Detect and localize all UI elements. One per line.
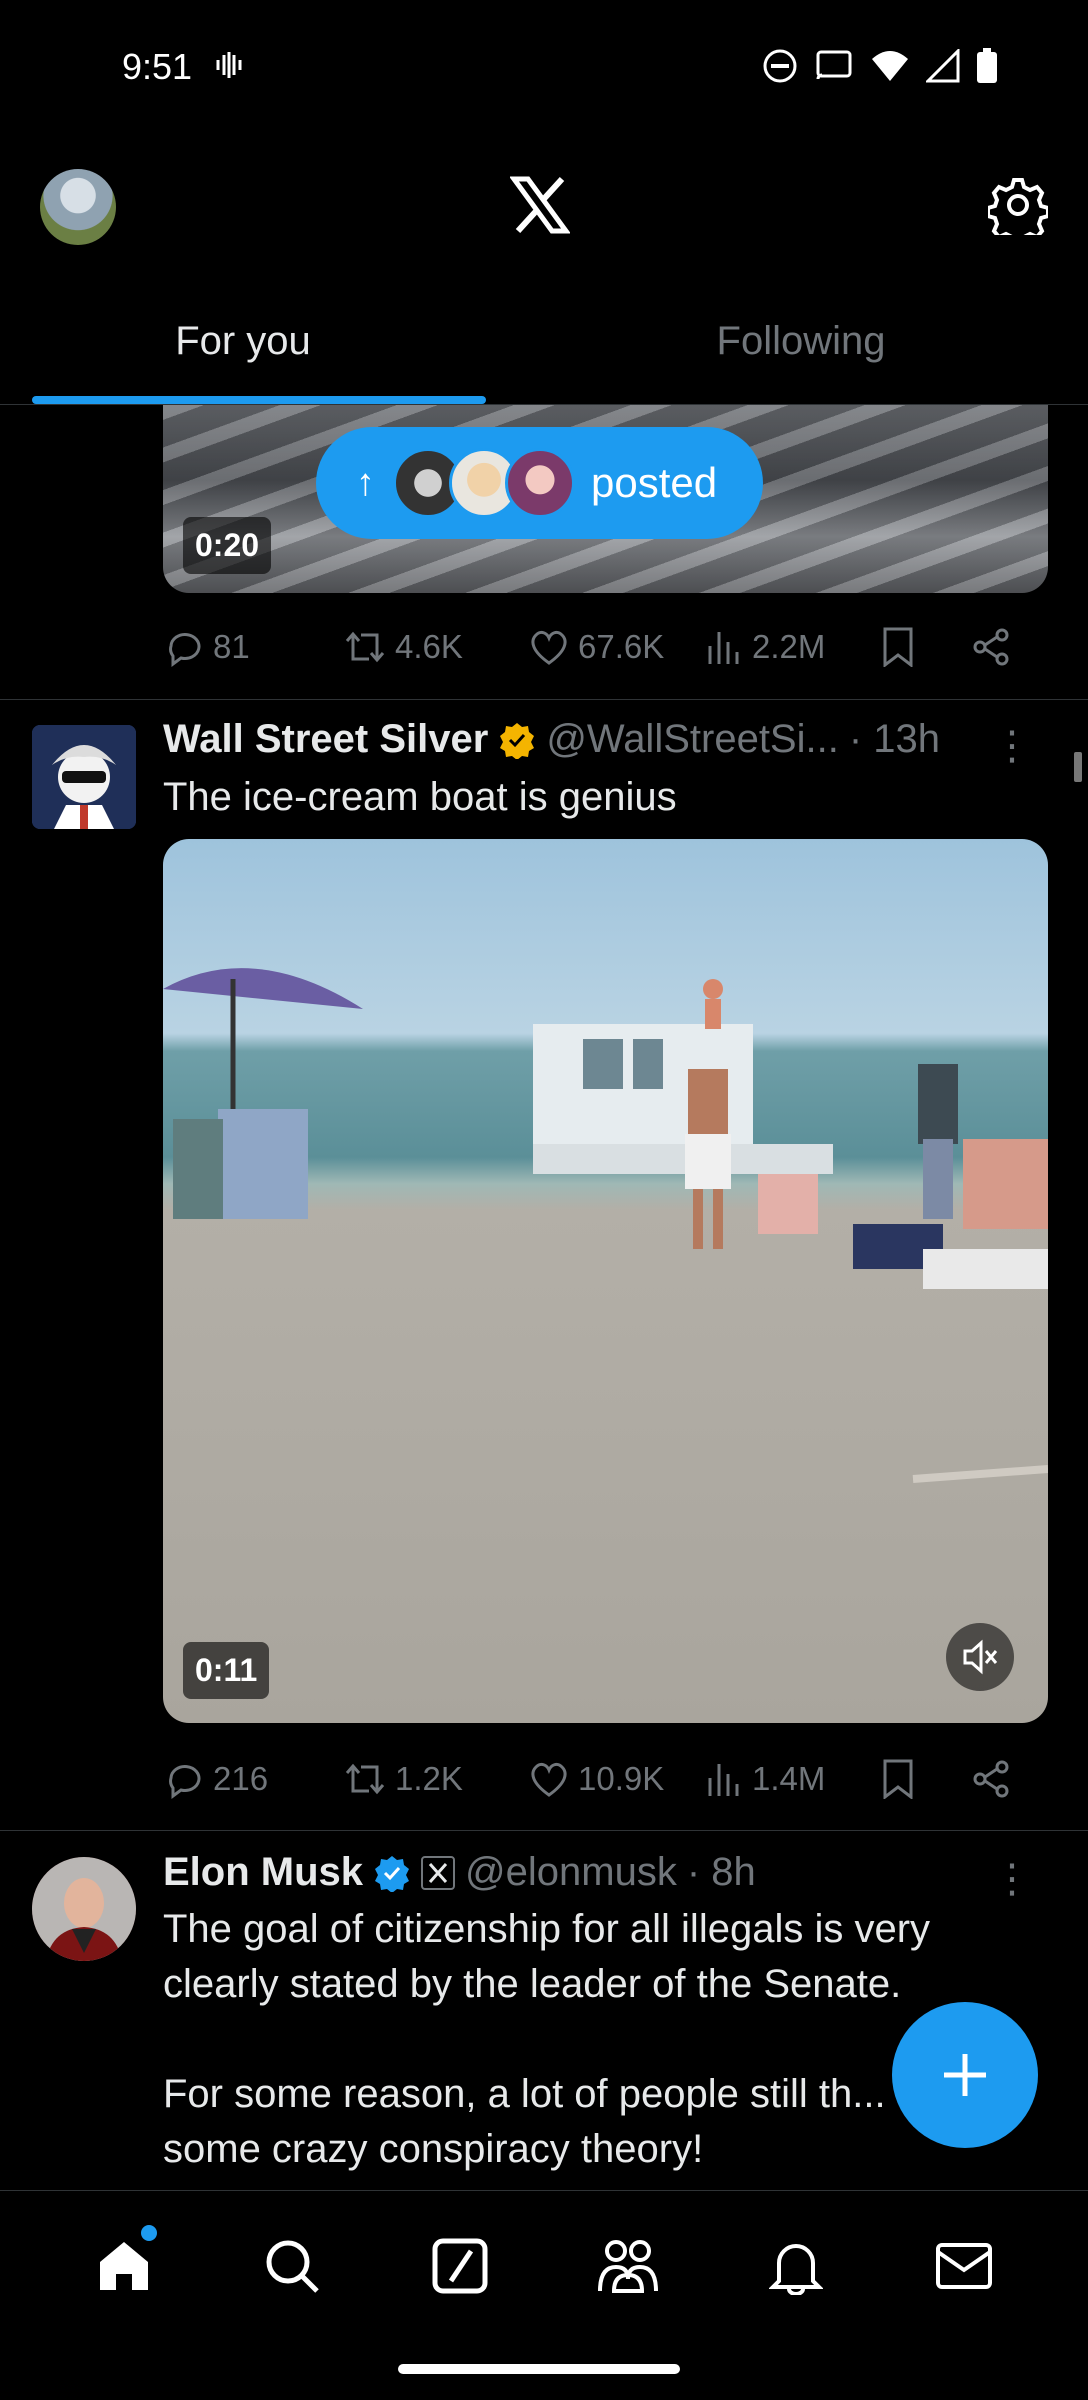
x-affiliate-badge-icon <box>421 1855 456 1890</box>
signal-icon <box>926 49 960 83</box>
reply-button[interactable]: 216 <box>163 1758 343 1800</box>
tweet-header: Elon Musk @elonmusk · 8h <box>163 1850 756 1895</box>
avatar[interactable] <box>32 1857 136 1961</box>
timestamp: · 8h <box>686 1850 756 1894</box>
tweet-actions: 81 4.6K 67.6K 2.2M <box>163 617 1043 677</box>
nav-search[interactable] <box>257 2231 327 2301</box>
views-button[interactable]: 1.4M <box>706 1760 881 1798</box>
like-button[interactable]: 10.9K <box>528 1759 706 1799</box>
status-bar: 9:51 <box>0 0 1088 135</box>
tab-label: Following <box>716 319 886 363</box>
active-tab-indicator <box>32 396 486 404</box>
nav-communities[interactable] <box>593 2231 663 2301</box>
cast-icon <box>816 50 852 80</box>
x-logo-icon[interactable] <box>510 175 570 235</box>
tweet-header: Wall Street Silver @WallStreetSi... · 13… <box>163 717 940 762</box>
more-options-icon[interactable]: ⋮ <box>992 723 1032 769</box>
share-button[interactable] <box>971 627 1011 667</box>
share-icon <box>973 628 1009 666</box>
vibrate-icon <box>216 52 242 78</box>
verified-badge-icon <box>500 722 535 759</box>
views-chart-icon <box>708 1764 739 1796</box>
timeline-feed[interactable]: 0:20 ↑ posted 81 4.6K 67.6K 2.2M Wall St… <box>0 405 1088 2190</box>
new-posts-pill[interactable]: ↑ posted <box>316 427 763 539</box>
display-name[interactable]: Elon Musk <box>163 1850 363 1895</box>
clock: 9:51 <box>122 46 193 87</box>
compose-button[interactable] <box>892 2002 1038 2148</box>
video-duration: 0:20 <box>183 517 272 574</box>
avatar[interactable] <box>32 725 136 829</box>
timestamp: · 13h <box>848 717 941 761</box>
dnd-icon <box>763 49 797 83</box>
video-duration: 0:11 <box>183 1642 270 1699</box>
home-icon <box>100 2241 148 2290</box>
tweet-actions: 216 1.2K 10.9K 1.4M <box>163 1749 1043 1809</box>
reply-icon <box>169 633 201 667</box>
verified-badge-icon <box>375 1855 410 1892</box>
scrollbar-thumb[interactable] <box>1074 752 1082 782</box>
profile-avatar[interactable] <box>40 169 116 245</box>
video-player[interactable]: 0:11 <box>163 839 1048 1723</box>
heart-icon <box>531 630 567 665</box>
heart-icon <box>531 1762 567 1797</box>
mute-button[interactable] <box>946 1623 1014 1691</box>
share-button[interactable] <box>971 1759 1011 1799</box>
gear-icon[interactable] <box>988 175 1048 235</box>
nav-notifications[interactable] <box>761 2231 831 2301</box>
wifi-icon <box>872 51 908 81</box>
mail-icon <box>936 2242 992 2289</box>
notification-dot <box>141 2224 157 2241</box>
reply-button[interactable]: 81 <box>163 626 343 668</box>
repost-icon <box>345 631 385 663</box>
timeline-tabs: For you Following <box>0 285 1088 405</box>
nav-grok[interactable] <box>425 2231 495 2301</box>
bookmark-icon <box>883 1759 913 1799</box>
views-chart-icon <box>708 632 739 664</box>
posted-label: posted <box>591 459 718 506</box>
repost-button[interactable]: 4.6K <box>343 627 528 667</box>
handle[interactable]: @elonmusk <box>465 1850 677 1895</box>
top-app-bar <box>0 135 1088 275</box>
views-button[interactable]: 2.2M <box>706 628 881 666</box>
display-name[interactable]: Wall Street Silver <box>163 717 488 762</box>
search-icon <box>266 2240 319 2293</box>
arrow-up-icon: ↑ <box>356 461 375 504</box>
bell-icon <box>769 2243 823 2295</box>
tab-label: For you <box>175 319 311 363</box>
nav-messages[interactable] <box>929 2231 999 2301</box>
repost-icon <box>345 1763 385 1795</box>
tab-following[interactable]: Following <box>486 285 1088 404</box>
grok-icon <box>432 2238 488 2293</box>
more-options-icon[interactable]: ⋮ <box>992 1856 1032 1902</box>
beach-video-frame <box>163 968 1048 1483</box>
like-button[interactable]: 67.6K <box>528 627 706 667</box>
plus-icon <box>944 2054 986 2096</box>
avatar <box>505 448 575 518</box>
repost-button[interactable]: 1.2K <box>343 1759 528 1799</box>
tweet-text: The ice-cream boat is genius <box>163 775 677 819</box>
tab-for-you[interactable]: For you <box>0 285 486 404</box>
speaker-muted-icon <box>963 1639 998 1675</box>
reply-icon <box>169 1765 201 1799</box>
communities-icon <box>598 2239 658 2293</box>
bookmark-icon <box>883 627 913 667</box>
handle[interactable]: @WallStreetSi... <box>546 717 839 762</box>
share-icon <box>973 1760 1009 1798</box>
bookmark-button[interactable] <box>881 627 971 667</box>
bottom-navigation <box>0 2190 1088 2340</box>
bookmark-button[interactable] <box>881 1759 971 1799</box>
battery-icon <box>977 48 997 83</box>
gesture-bar[interactable] <box>398 2364 680 2374</box>
nav-home[interactable] <box>89 2224 159 2301</box>
